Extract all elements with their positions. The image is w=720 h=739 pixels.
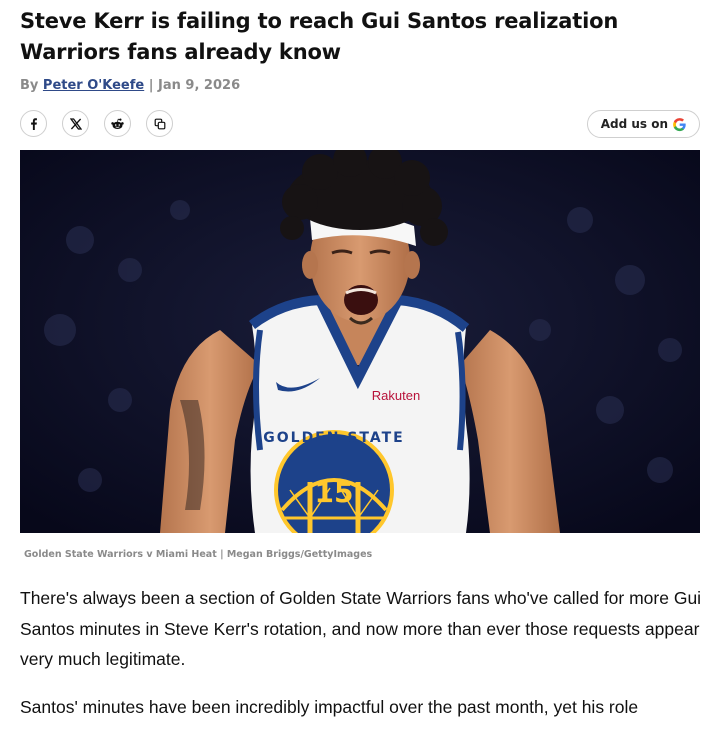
share-x-button[interactable] [62, 110, 89, 137]
copy-link-button[interactable] [146, 110, 173, 137]
byline: By Peter O'Keefe | Jan 9, 2026 [20, 78, 240, 93]
share-buttons [20, 110, 173, 137]
body-paragraph: Santos' minutes have been incredibly imp… [20, 696, 639, 717]
author-link[interactable]: Peter O'Keefe [43, 78, 144, 93]
article-body: There's always been a section of Golden … [20, 583, 710, 739]
article-page: Steve Kerr is failing to reach Gui Santo… [0, 0, 720, 720]
copy-icon [154, 118, 165, 129]
image-caption: Golden State Warriors v Miami Heat | Meg… [24, 549, 373, 560]
jersey-sponsor: Rakuten [372, 388, 420, 403]
article-headline: Steve Kerr is failing to reach Gui Santo… [20, 9, 619, 64]
byline-prefix: By [20, 78, 39, 93]
share-reddit-button[interactable] [104, 110, 131, 137]
jersey-team-text: GOLDEN STATE [263, 430, 405, 446]
byline-separator: | [148, 78, 154, 93]
jersey-number: 15 [315, 476, 354, 509]
publish-date: Jan 9, 2026 [158, 78, 241, 93]
hero-image: GOLDEN STATE 15 Rakuten [20, 150, 700, 533]
reddit-icon [111, 118, 124, 129]
x-icon [69, 117, 82, 130]
share-facebook-button[interactable] [20, 110, 47, 137]
player-photo: GOLDEN STATE 15 Rakuten [20, 150, 700, 533]
google-g-icon [673, 117, 686, 131]
add-us-label: Add us on [600, 117, 668, 131]
add-us-on-google-button[interactable]: Add us on [586, 110, 700, 138]
body-paragraph: There's always been a section of Golden … [20, 588, 702, 669]
facebook-icon [30, 117, 37, 130]
